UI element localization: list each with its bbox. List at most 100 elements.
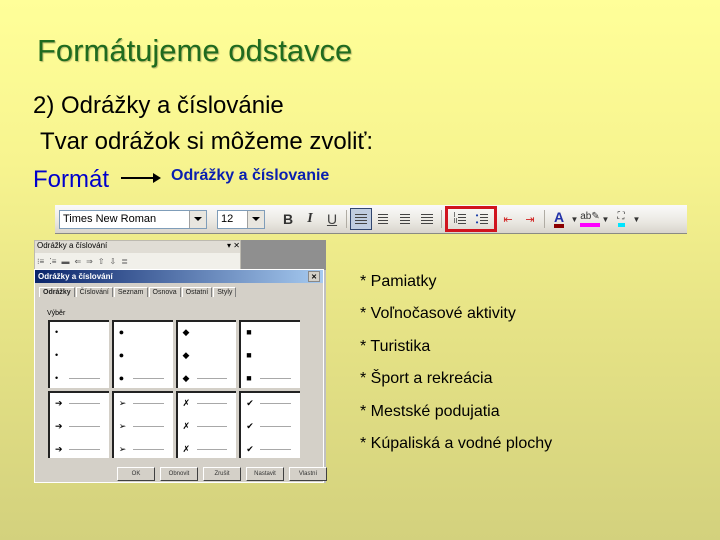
chevron-down-icon[interactable] (189, 210, 206, 228)
separator (346, 210, 347, 228)
line-icon[interactable]: ▬ (61, 257, 69, 266)
align-right-button[interactable] (394, 208, 416, 230)
text-line (132, 425, 164, 427)
tab-other[interactable]: Ostatní (181, 287, 213, 297)
cancel-button[interactable]: Zrušit (203, 467, 241, 481)
floating-toolbar: Odrážky a číslování ▾ ✕ ⁝≡ ⁚≡ ▬ ⇐ ⇒ ⇧ ⇩ ≣ (34, 240, 241, 270)
bullet-preview-row: ✗ (182, 443, 236, 454)
bullet-option[interactable]: ➢ ➢ ➢ (111, 390, 173, 458)
bold-button[interactable]: B (277, 208, 299, 230)
menu-format: Formát (33, 166, 110, 193)
bullet-preview-row: ● (119, 328, 172, 337)
chevron-down-icon[interactable] (247, 210, 264, 228)
tab-outline[interactable]: Osnova (148, 287, 181, 297)
bullet-preview-row: ➔ (55, 420, 108, 431)
numbering-button[interactable]: I II (449, 208, 471, 230)
list-item: * Mestské podujatia (360, 402, 500, 420)
highlight-button[interactable]: ab✎ (579, 208, 601, 230)
shading-button[interactable]: ⛶ (610, 208, 632, 230)
bullet-option[interactable]: ■ ■ ■ (239, 320, 300, 388)
separator (544, 210, 545, 228)
bullet-glyph: ✔ (246, 420, 254, 431)
bullet-glyph: ■ (246, 350, 252, 360)
decrease-indent-button[interactable]: ⇤ (497, 208, 519, 230)
chevron-down-icon[interactable]: ▼ (601, 215, 610, 224)
move-down-icon[interactable]: ⇩ (110, 257, 117, 266)
text-line (260, 425, 292, 427)
font-size-select[interactable]: 12 (217, 209, 265, 229)
increase-indent-button[interactable]: ⇥ (519, 208, 541, 230)
bullet-preview-row: ● (119, 351, 172, 360)
custom-button[interactable]: Vlastní (289, 467, 327, 481)
bullet-glyph: ➔ (55, 397, 63, 408)
font-color-icon: A (553, 210, 565, 228)
close-icon[interactable]: ✕ (308, 271, 320, 282)
increase-indent-icon: ⇥ (525, 213, 535, 226)
tab-styles[interactable]: Styly (213, 287, 237, 297)
tab-numbering[interactable]: Číslování (75, 287, 113, 297)
align-left-icon (355, 213, 367, 225)
bullet-glyph: ■ (246, 327, 252, 337)
bullet-glyph: ➢ (118, 420, 127, 431)
text-line (196, 425, 228, 427)
numbered-list-icon: I II (454, 212, 467, 225)
bullet-glyph: ➢ (118, 397, 127, 408)
bullet-option[interactable]: ● ● ● (111, 320, 173, 388)
underline-button[interactable]: U (321, 208, 343, 230)
italic-button[interactable]: I (299, 208, 321, 230)
tab-bullets[interactable]: Odrážky (39, 287, 75, 297)
bullet-glyph: ● (118, 327, 125, 337)
bullet-preview-row: ■ (246, 374, 299, 383)
demote-icon[interactable]: ⇒ (86, 257, 93, 266)
chevron-down-icon[interactable]: ▼ (632, 215, 641, 224)
list-icon[interactable]: ≣ (121, 257, 128, 266)
text-line (133, 332, 164, 333)
bullet-glyph: ◆ (182, 373, 190, 383)
text-line (260, 448, 292, 450)
bullet-glyph: ✗ (182, 443, 191, 454)
align-left-button[interactable] (350, 208, 372, 230)
bullet-glyph: ◆ (182, 327, 190, 337)
reset-button[interactable]: Obnovit (160, 467, 198, 481)
bullet-glyph: • (55, 327, 59, 337)
background-strip (241, 240, 326, 270)
bullets-button[interactable]: • • (471, 208, 493, 230)
promote-icon[interactable]: ⇐ (74, 257, 81, 266)
justify-button[interactable] (416, 208, 438, 230)
bullets-icon[interactable]: ⁚≡ (49, 257, 56, 266)
chevron-down-icon[interactable]: ▼ (570, 215, 579, 224)
align-center-button[interactable] (372, 208, 394, 230)
text-line (132, 378, 164, 379)
bullet-glyph: ● (118, 350, 125, 360)
bullet-option[interactable]: ◆ ◆ ◆ (175, 320, 237, 388)
close-icon[interactable]: ▾ ✕ (227, 241, 240, 253)
bullet-glyph: ✔ (246, 443, 254, 454)
decrease-indent-icon: ⇤ (503, 213, 513, 226)
subtitle-bullets-numbering: 2) Odrážky a číslovánie (33, 92, 284, 119)
bullet-glyph: ➔ (55, 420, 63, 431)
bullet-preview-row: ➢ (118, 397, 172, 408)
ok-button[interactable]: OK (117, 467, 155, 481)
group-label: Výběr (47, 310, 66, 317)
bullet-preview-row: ✔ (246, 398, 299, 408)
separator (441, 210, 442, 228)
numbering-icon[interactable]: ⁝≡ (37, 257, 44, 266)
bullet-glyph: ➔ (55, 443, 63, 454)
list-item: * Turistika (360, 337, 431, 355)
font-name-select[interactable]: Times New Roman (59, 209, 207, 229)
customize-button[interactable]: Nastavit (246, 467, 284, 481)
font-color-button[interactable]: A (548, 208, 570, 230)
bullet-option[interactable]: ➔ ➔ ➔ (48, 390, 109, 458)
bullet-option[interactable]: ✔ ✔ ✔ (239, 390, 300, 458)
tab-list[interactable]: Seznam (113, 287, 148, 297)
bullet-preview-row: ◆ (183, 328, 236, 337)
move-up-icon[interactable]: ⇧ (98, 257, 105, 266)
list-item: * Šport a rekreácia (360, 370, 493, 388)
bullet-option[interactable]: • • • (48, 320, 109, 388)
text-line (260, 332, 291, 333)
bullet-option[interactable]: ✗ ✗ ✗ (175, 390, 237, 458)
bullet-preview-row: • (55, 328, 108, 337)
text-line (196, 448, 228, 450)
text-line (69, 378, 100, 379)
bullet-glyph: • (55, 373, 59, 383)
